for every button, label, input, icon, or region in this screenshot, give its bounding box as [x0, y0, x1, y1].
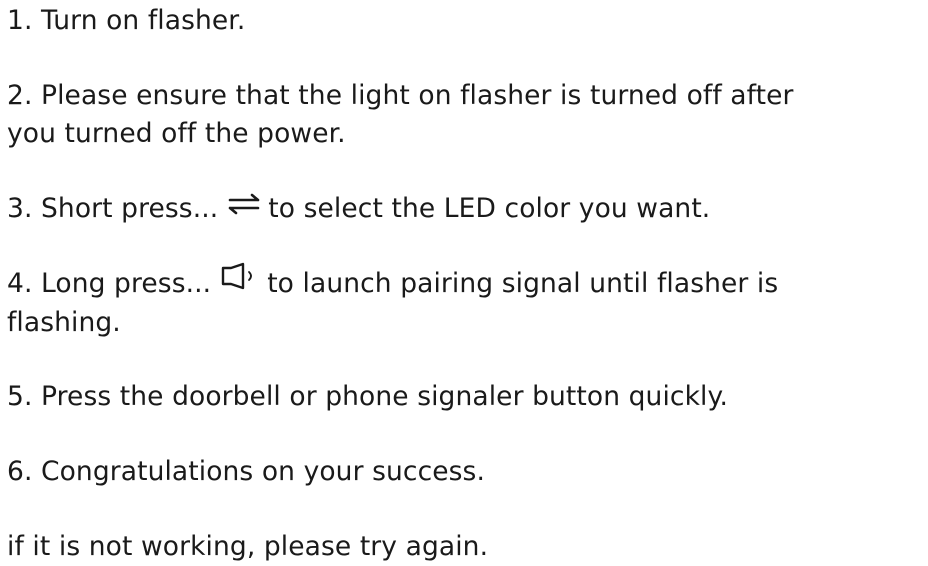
step-3-text-before: 3. Short press...	[7, 193, 219, 224]
step-6-text: 6. Congratulations on your success.	[7, 456, 485, 487]
step-5-text: 5. Press the doorbell or phone signaler …	[7, 381, 729, 412]
step-4-text-before: 4. Long press...	[7, 268, 212, 299]
step-5: 5. Press the doorbell or phone signaler …	[7, 378, 925, 416]
speaker-icon	[219, 262, 261, 301]
step-2-line-2: you turned off the power.	[7, 118, 346, 149]
step-2: 2. Please ensure that the light on flash…	[7, 77, 925, 153]
step-1-text: 1. Turn on flasher.	[7, 5, 246, 36]
swap-arrows-icon	[226, 188, 262, 226]
step-6: 6. Congratulations on your success.	[7, 453, 925, 491]
step-4: 4. Long press... to launch pairing signa…	[7, 262, 925, 342]
step-4-text-after-line-1: to launch pairing signal until flasher i…	[267, 268, 779, 299]
step-1: 1. Turn on flasher.	[7, 2, 925, 40]
step-4-text-after-line-2: flashing.	[7, 307, 121, 338]
step-2-line-1: 2. Please ensure that the light on flash…	[7, 80, 794, 111]
retry-note: if it is not working, please try again.	[7, 528, 925, 566]
step-3: 3. Short press... to select the LED colo…	[7, 190, 925, 229]
step-3-text-after: to select the LED color you want.	[268, 193, 711, 224]
retry-note-text: if it is not working, please try again.	[7, 531, 489, 562]
